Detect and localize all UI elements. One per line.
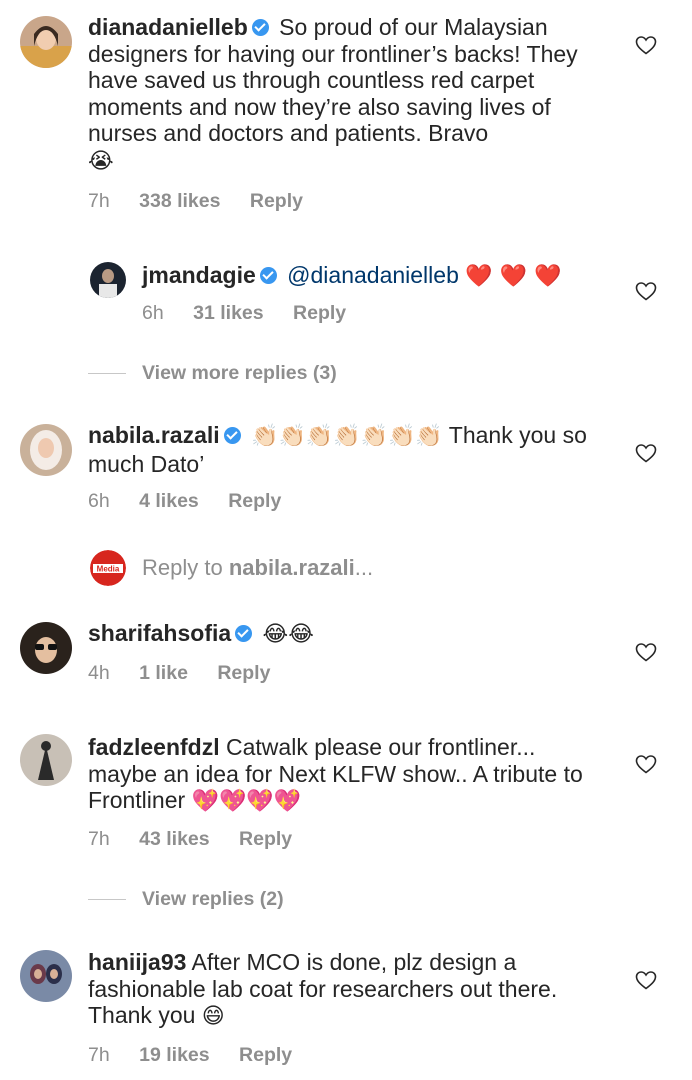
reply-input[interactable]: Reply to nabila.razali... <box>142 555 373 581</box>
avatar[interactable] <box>20 16 72 68</box>
mention-link[interactable]: @dianadanielleb <box>287 262 459 288</box>
avatar-photo-woman-hijab-icon <box>20 424 72 476</box>
avatar[interactable] <box>20 622 72 674</box>
heart-outline-icon[interactable] <box>634 441 658 465</box>
likes-count[interactable]: 31 likes <box>193 302 263 324</box>
svg-text:Media: Media <box>97 565 120 574</box>
reply-button[interactable]: Reply <box>239 1044 292 1066</box>
comment-text: jmandagie @dianadanielleb ❤️ ❤️ ❤️ <box>142 262 662 291</box>
comment-meta: 7h 43 likes Reply <box>88 828 316 851</box>
reply-button[interactable]: Reply <box>293 302 346 324</box>
heart-outline-icon[interactable] <box>634 752 658 776</box>
divider-line <box>88 899 126 901</box>
avatar-photo-woman-sunglasses-icon <box>20 622 72 674</box>
divider-line <box>88 373 126 375</box>
username[interactable]: fadzleenfdzl <box>88 734 220 760</box>
view-replies-button[interactable]: View replies (2) <box>88 888 284 911</box>
avatar-photo-man-icon <box>90 262 126 298</box>
media-logo-icon: Media <box>90 550 126 586</box>
view-more-replies-button[interactable]: View more replies (3) <box>88 362 337 385</box>
avatar[interactable] <box>90 262 126 298</box>
comment-text: haniija93 After MCO is done, plz design … <box>88 949 558 1029</box>
username[interactable]: haniija93 <box>88 949 186 975</box>
avatar-photo-figure-icon <box>20 734 72 786</box>
comment-text: fadzleenfdzl Catwalk please our frontlin… <box>88 734 583 814</box>
likes-count[interactable]: 1 like <box>139 662 188 684</box>
verified-badge-icon <box>235 625 253 642</box>
timestamp: 7h <box>88 190 110 212</box>
timestamp: 6h <box>88 490 110 512</box>
heart-outline-icon[interactable] <box>634 33 658 57</box>
heart-outline-icon[interactable] <box>634 968 658 992</box>
comment-meta: 4h 1 like Reply <box>88 662 294 685</box>
likes-count[interactable]: 338 likes <box>139 190 220 212</box>
likes-count[interactable]: 4 likes <box>139 490 199 512</box>
likes-count[interactable]: 43 likes <box>139 828 209 850</box>
verified-badge-icon <box>223 427 241 444</box>
heart-outline-icon[interactable] <box>634 640 658 664</box>
timestamp: 7h <box>88 1044 110 1066</box>
comment-meta: 7h 19 likes Reply <box>88 1044 316 1067</box>
avatar-photo-woman-icon <box>20 16 72 68</box>
username[interactable]: nabila.razali <box>88 422 220 448</box>
comment-text: nabila.razali 👏🏻👏🏻👏🏻👏🏻👏🏻👏🏻👏🏻 Thank you s… <box>88 422 587 477</box>
timestamp: 4h <box>88 662 110 684</box>
verified-badge-icon <box>251 19 269 36</box>
reply-button[interactable]: Reply <box>217 662 270 684</box>
avatar-photo-group-icon <box>20 950 72 1002</box>
comment-text: dianadanielleb So proud of our Malaysian… <box>88 14 578 174</box>
timestamp: 6h <box>142 302 164 324</box>
verified-badge-icon <box>259 267 277 284</box>
comment-meta: 6h 31 likes Reply <box>142 302 370 325</box>
username[interactable]: sharifahsofia <box>88 620 231 646</box>
sparkling-heart-emoji-icon: 💖💖💖💖 <box>191 789 302 814</box>
laughing-emoji-icon: 😂😂 <box>262 622 314 647</box>
red-heart-emoji-icon: ❤️ ❤️ ❤️ <box>465 264 562 289</box>
comment-text: sharifahsofia 😂😂 <box>88 620 608 649</box>
reply-button[interactable]: Reply <box>250 190 303 212</box>
likes-count[interactable]: 19 likes <box>139 1044 209 1066</box>
avatar[interactable] <box>20 734 72 786</box>
clapping-emoji-icon: 👏🏻👏🏻👏🏻👏🏻👏🏻👏🏻👏🏻 <box>251 424 443 449</box>
media-logo-avatar: Media <box>90 550 126 586</box>
heart-outline-icon[interactable] <box>634 279 658 303</box>
comment-meta: 6h 4 likes Reply <box>88 490 305 513</box>
timestamp: 7h <box>88 828 110 850</box>
grinning-emoji-icon: 😄 <box>201 1004 225 1029</box>
username[interactable]: jmandagie <box>142 262 256 288</box>
avatar[interactable] <box>20 950 72 1002</box>
avatar[interactable] <box>20 424 72 476</box>
reply-button[interactable]: Reply <box>228 490 281 512</box>
username[interactable]: dianadanielleb <box>88 14 248 40</box>
comment-meta: 7h 338 likes Reply <box>88 190 327 213</box>
reply-button[interactable]: Reply <box>239 828 292 850</box>
crying-emoji-icon: 😭 <box>88 148 114 174</box>
